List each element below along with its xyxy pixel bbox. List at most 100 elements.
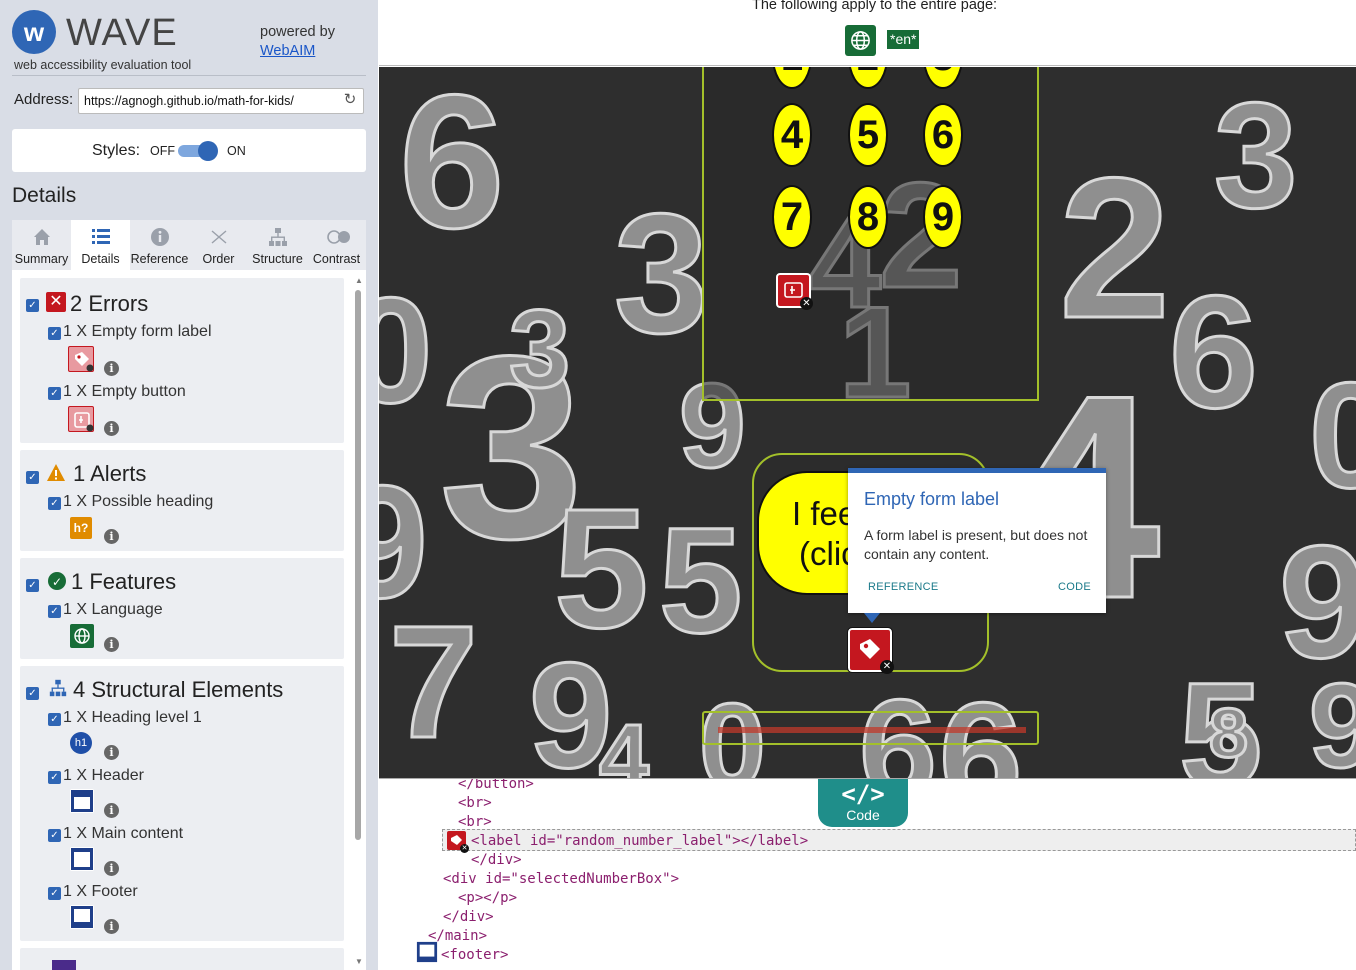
empty-button-checkbox[interactable]: ✓ [48,387,61,400]
language-icon[interactable] [70,624,94,648]
code-error-icon[interactable]: ✕ [447,831,469,853]
styles-off-label: OFF [150,144,175,158]
contrast-icon [326,226,350,248]
tab-label: Details [81,252,120,266]
error-close-icon: ✕ [800,297,813,310]
header-icon[interactable] [70,789,94,813]
styles-toggle-panel: Styles: OFF ON [12,129,366,172]
error-close-icon: ✕ [880,660,894,674]
page-level-text: The following apply to the entire page: [752,0,998,13]
page-preview: 6 3 2 3 0 3 9 1 4 2 6 5 9 5 3 9 7 9 0 6 … [379,67,1356,778]
info-icon[interactable]: i [104,421,119,436]
language-checkbox[interactable]: ✓ [48,605,61,618]
empty-form-label-icon[interactable] [68,346,94,372]
footer-checkbox[interactable]: ✓ [48,887,61,900]
number-key-6[interactable]: 6 [923,103,963,167]
bg-digit: 5 [659,496,742,664]
logo-mark: w [23,17,45,47]
tooltip-code-link[interactable]: CODE [1058,581,1091,593]
info-icon[interactable]: i [104,861,119,876]
scrollbar-thumb[interactable] [355,290,361,840]
features-group: ✓ ✓ 1 Features ✓ 1 X Language i [20,558,344,659]
info-icon [149,226,171,248]
empty-button-icon[interactable] [68,406,94,432]
address-label: Address: [14,91,74,108]
code-line: <br> [458,795,492,811]
h1-icon[interactable]: h1 [70,732,92,754]
alerts-title: 1 Alerts [73,461,147,486]
sidebar-tabs: Summary Details Reference Order Structur… [12,220,366,270]
tab-reference[interactable]: Reference [130,220,189,270]
tab-structure[interactable]: Structure [248,220,307,270]
wave-tagline: web accessibility evaluation tool [14,58,192,72]
tab-order[interactable]: Order [189,220,248,270]
order-icon [208,226,230,248]
code-line-label[interactable]: <label id="random_number_label"></label> [471,832,808,851]
info-icon[interactable]: i [104,745,119,760]
footer-icon[interactable] [70,905,94,929]
bg-digit: 7 [389,592,478,771]
scroll-down-arrow-icon[interactable]: ▼ [355,957,363,966]
number-key-4[interactable]: 4 [772,103,812,167]
structure-icon [48,678,68,698]
language-icon[interactable] [845,25,876,56]
language-label[interactable]: *en* [887,30,920,49]
empty-form-label-item: 1 X Empty form label [63,323,212,340]
home-icon [31,226,53,248]
error-tooltip: Empty form label A form label is present… [848,468,1106,623]
number-key-8[interactable]: 8 [848,185,888,249]
empty-button-item: 1 X Empty button [63,383,186,400]
reload-icon[interactable]: ↻ [342,92,358,108]
tab-contrast[interactable]: Contrast [307,220,366,270]
tab-label: Summary [14,252,69,266]
h1-icon-text: h1 [74,737,88,749]
feature-check-icon: ✓ [48,572,66,590]
error-close-icon: ✕ [460,844,469,853]
aria-icon [52,960,76,970]
main-content-checkbox[interactable]: ✓ [48,829,61,842]
empty-form-label-checkbox[interactable]: ✓ [48,327,61,340]
number-key-3[interactable]: 3 [923,67,963,89]
possible-heading-icon[interactable]: h? [70,517,92,539]
number-key-2[interactable]: 2 [848,67,888,89]
language-item: 1 X Language [63,601,163,618]
number-key-1[interactable]: 1 [772,67,812,89]
footer-icon[interactable] [416,941,438,963]
tab-summary[interactable]: Summary [12,220,71,270]
structure-checkbox[interactable]: ✓ [26,687,39,700]
tooltip-reference-link[interactable]: REFERENCE [868,581,939,593]
info-icon[interactable]: i [104,919,119,934]
tooltip-title: Empty form label [864,489,1000,509]
code-toggle-button[interactable]: </> Code [818,779,908,827]
info-icon[interactable]: i [104,803,119,818]
number-key-7[interactable]: 7 [772,185,812,249]
scroll-up-arrow-icon[interactable]: ▲ [355,276,363,285]
code-line: <br> [458,814,492,830]
possible-heading-checkbox[interactable]: ✓ [48,497,61,510]
errors-checkbox[interactable]: ✓ [26,299,39,312]
number-key-9[interactable]: 9 [923,185,963,249]
tab-details[interactable]: Details [71,220,130,270]
info-icon[interactable]: i [104,361,119,376]
code-line: <div id="selectedNumberBox"> [443,871,680,887]
styles-toggle-switch[interactable] [178,141,220,161]
info-icon[interactable]: i [104,529,119,544]
heading-level-1-checkbox[interactable]: ✓ [48,713,61,726]
number-key-5[interactable]: 5 [848,103,888,167]
header-checkbox[interactable]: ✓ [48,771,61,784]
info-icon[interactable]: i [104,637,119,652]
empty-button-error-marker-icon[interactable]: ✕ [776,273,813,310]
toggle-knob [198,141,218,161]
address-input[interactable] [78,88,364,114]
bg-digit: 3 [509,288,570,411]
tooltip-pointer [864,613,880,623]
code-line: </div> [471,852,522,868]
main-content-icon[interactable] [70,847,94,871]
bg-digit: 6 [1169,262,1258,441]
alerts-checkbox[interactable]: ✓ [26,471,39,484]
wave-logo-text: WAVE [66,12,178,54]
details-scrollbar[interactable]: ▲ ▼ [354,276,364,966]
empty-form-label-error-marker-icon[interactable]: ✕ [847,627,894,674]
features-checkbox[interactable]: ✓ [26,579,39,592]
webaim-link[interactable]: WebAIM [260,43,315,59]
